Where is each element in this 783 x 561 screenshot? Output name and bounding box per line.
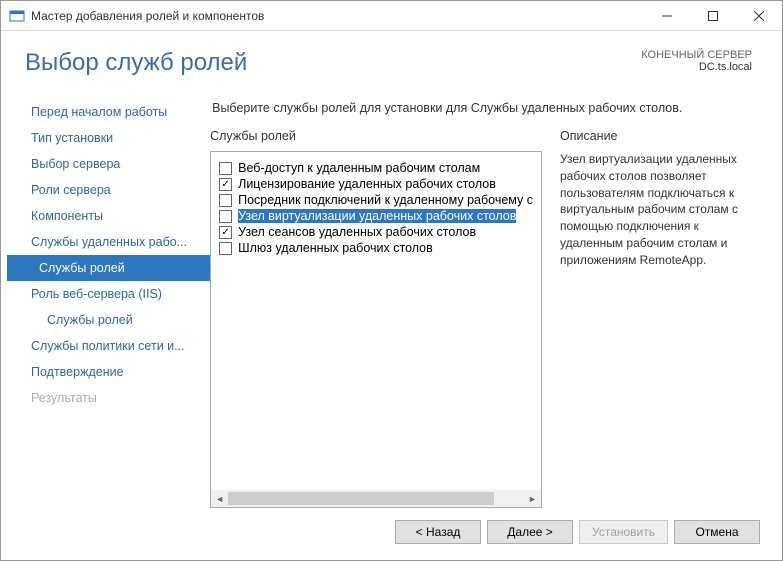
checkbox-icon[interactable]	[219, 242, 232, 255]
wizard-nav: Перед началом работы Тип установки Выбор…	[7, 93, 210, 508]
service-label: Узел виртуализации удаленных рабочих сто…	[238, 209, 516, 223]
prompt-text: Выберите службы ролей для установки для …	[210, 93, 758, 129]
cancel-button[interactable]: Отмена	[674, 520, 760, 544]
columns: Службы ролей Веб-доступ к удаленным рабо…	[210, 129, 758, 508]
checkbox-icon[interactable]	[219, 162, 232, 175]
nav-server-selection[interactable]: Выбор сервера	[7, 151, 210, 177]
service-licensing[interactable]: Лицензирование удаленных рабочих столов	[217, 176, 535, 192]
service-label: Лицензирование удаленных рабочих столов	[238, 177, 496, 191]
destination-label: КОНЕЧНЫЙ СЕРВЕР	[641, 49, 752, 61]
services-column: Службы ролей Веб-доступ к удаленным рабо…	[210, 129, 542, 508]
service-label: Веб-доступ к удаленным рабочим столам	[238, 161, 480, 175]
maximize-button[interactable]	[690, 1, 736, 31]
install-button: Установить	[579, 520, 668, 544]
nav-server-roles[interactable]: Роли сервера	[7, 177, 210, 203]
scroll-left-icon[interactable]: ◄	[211, 490, 228, 507]
scroll-thumb[interactable]	[228, 492, 494, 505]
services-listbox[interactable]: Веб-доступ к удаленным рабочим столам Ли…	[210, 151, 542, 508]
description-title: Описание	[560, 129, 758, 143]
destination-server: КОНЕЧНЫЙ СЕРВЕР DC.ts.local	[641, 49, 752, 73]
service-label: Шлюз удаленных рабочих столов	[238, 241, 433, 255]
window-controls	[644, 1, 782, 31]
wizard-footer: < Назад Далее > Установить Отмена	[1, 508, 782, 560]
page-header: Выбор служб ролей КОНЕЧНЫЙ СЕРВЕР DC.ts.…	[1, 31, 782, 89]
destination-value: DC.ts.local	[641, 61, 752, 73]
nav-web-server-iis[interactable]: Роль веб-сервера (IIS)	[7, 281, 210, 307]
nav-results: Результаты	[7, 385, 210, 411]
checkbox-icon[interactable]	[219, 178, 232, 191]
checkbox-icon[interactable]	[219, 210, 232, 223]
minimize-button[interactable]	[644, 1, 690, 31]
content-area: Выберите службы ролей для установки для …	[210, 93, 758, 508]
description-column: Описание Узел виртуализации удаленных ра…	[560, 129, 758, 508]
service-gateway[interactable]: Шлюз удаленных рабочих столов	[217, 240, 535, 256]
horizontal-scrollbar[interactable]: ◄ ►	[211, 490, 541, 507]
scroll-right-icon[interactable]: ►	[524, 490, 541, 507]
service-label: Узел сеансов удаленных рабочих столов	[238, 225, 476, 239]
description-text: Узел виртуализации удаленных рабочих сто…	[560, 151, 758, 269]
scroll-track[interactable]	[228, 490, 524, 507]
checkbox-icon[interactable]	[219, 194, 232, 207]
title-bar: Мастер добавления ролей и компонентов	[1, 1, 782, 31]
nav-role-services-1[interactable]: Службы ролей	[7, 255, 210, 281]
service-session-host[interactable]: Узел сеансов удаленных рабочих столов	[217, 224, 535, 240]
service-virtualization-host[interactable]: Узел виртуализации удаленных рабочих сто…	[217, 208, 535, 224]
nav-confirmation[interactable]: Подтверждение	[7, 359, 210, 385]
back-button[interactable]: < Назад	[395, 520, 481, 544]
service-web-access[interactable]: Веб-доступ к удаленным рабочим столам	[217, 160, 535, 176]
service-connection-broker[interactable]: Посредник подключений к удаленному рабоч…	[217, 192, 535, 208]
service-label: Посредник подключений к удаленному рабоч…	[238, 193, 533, 207]
nav-network-policy[interactable]: Службы политики сети и...	[7, 333, 210, 359]
nav-remote-desktop-services[interactable]: Службы удаленных рабо...	[7, 229, 210, 255]
checkbox-icon[interactable]	[219, 226, 232, 239]
app-icon	[9, 8, 25, 24]
close-button[interactable]	[736, 1, 782, 31]
page-title: Выбор служб ролей	[25, 49, 247, 77]
next-button[interactable]: Далее >	[487, 520, 573, 544]
nav-before-you-begin[interactable]: Перед началом работы	[7, 99, 210, 125]
nav-features[interactable]: Компоненты	[7, 203, 210, 229]
nav-installation-type[interactable]: Тип установки	[7, 125, 210, 151]
services-title: Службы ролей	[210, 129, 542, 143]
nav-role-services-2[interactable]: Службы ролей	[7, 307, 210, 333]
wizard-body: Перед началом работы Тип установки Выбор…	[1, 89, 782, 508]
window-title: Мастер добавления ролей и компонентов	[31, 9, 644, 23]
